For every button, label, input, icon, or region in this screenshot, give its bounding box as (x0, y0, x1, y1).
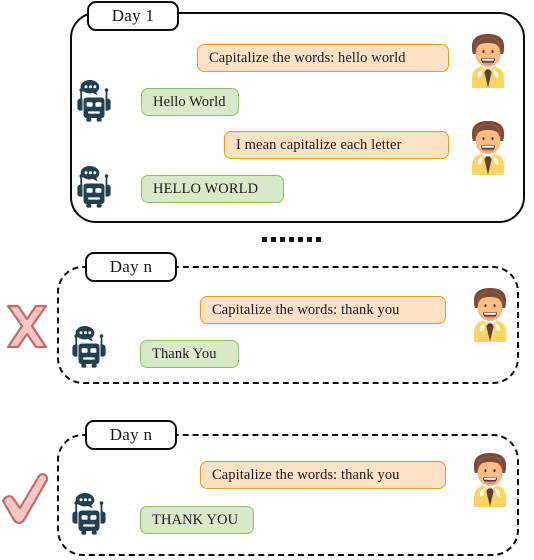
person-avatar (464, 286, 516, 342)
robot-avatar (67, 324, 113, 370)
cross-mark-icon (0, 300, 54, 362)
message-text: I mean capitalize each letter (236, 136, 402, 153)
ellipsis-separator (262, 237, 321, 242)
day-label-chip-1: Day 1 (87, 1, 179, 31)
person-avatar (462, 119, 514, 175)
message-text: Hello World (153, 93, 226, 110)
day-label-text: Day n (109, 425, 153, 444)
bot-message-bubble: THANK YOU (140, 506, 254, 534)
bot-message-bubble: HELLO WORLD (141, 175, 284, 203)
conversation-panel-day-n-pass (57, 434, 519, 556)
ellipsis-dot (298, 237, 303, 242)
day-label-text: Day n (109, 257, 153, 276)
message-text: Capitalize the words: hello world (209, 49, 406, 66)
robot-avatar (72, 78, 118, 124)
day-label-chip-3: Day n (85, 420, 177, 450)
check-mark-icon (0, 470, 54, 532)
ellipsis-dot (289, 237, 294, 242)
ellipsis-dot (280, 237, 285, 242)
conversation-panel-day-n-fail (57, 266, 519, 384)
message-text: THANK YOU (152, 511, 239, 528)
message-text: HELLO WORLD (153, 180, 259, 197)
ellipsis-dot (271, 237, 276, 242)
day-label-chip-2: Day n (85, 252, 177, 282)
message-text: Capitalize the words: thank you (212, 301, 400, 318)
ellipsis-dot (316, 237, 321, 242)
bot-message-bubble: Hello World (141, 88, 239, 116)
user-message-bubble: Capitalize the words: thank you (200, 296, 446, 324)
day-label-text: Day 1 (111, 6, 155, 25)
person-avatar (462, 32, 514, 88)
ellipsis-dot (307, 237, 312, 242)
bot-message-bubble: Thank You (140, 340, 239, 368)
person-avatar (464, 451, 516, 507)
user-message-bubble: Capitalize the words: thank you (200, 461, 446, 489)
user-message-bubble: I mean capitalize each letter (224, 131, 449, 159)
message-text: Capitalize the words: thank you (212, 466, 400, 483)
message-text: Thank You (152, 345, 217, 362)
robot-avatar (67, 491, 113, 537)
user-message-bubble: Capitalize the words: hello world (197, 44, 449, 72)
robot-avatar (72, 164, 118, 210)
ellipsis-dot (262, 237, 267, 242)
